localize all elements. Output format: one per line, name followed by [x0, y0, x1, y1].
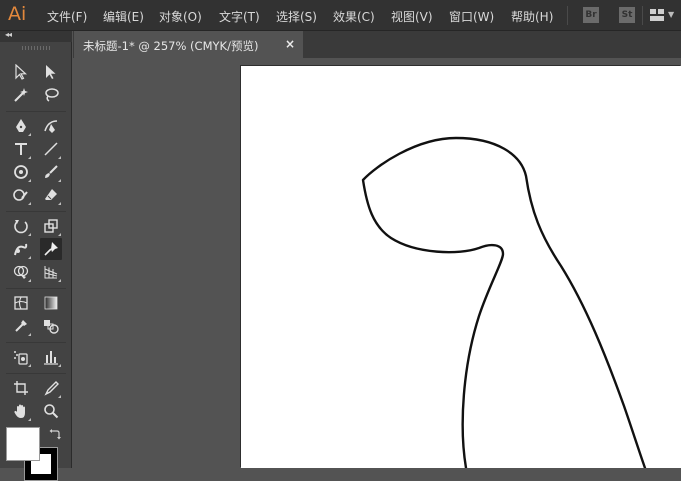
artboard-tool-icon[interactable]: [10, 377, 32, 399]
tools-divider: [6, 288, 66, 289]
tools-divider: [6, 211, 66, 212]
bridge-icon[interactable]: Br: [583, 7, 599, 23]
perspective-grid-tool-icon[interactable]: [40, 261, 62, 283]
document-tab[interactable]: 未标题-1* @ 257% (CMYK/预览) ×: [74, 31, 303, 58]
menu-view[interactable]: 视图(V): [391, 8, 433, 25]
magic-wand-tool-icon[interactable]: [10, 84, 32, 106]
close-icon[interactable]: ×: [285, 37, 295, 51]
shape-builder-tool-icon[interactable]: [10, 261, 32, 283]
paintbrush-tool-icon[interactable]: [40, 161, 62, 183]
menu-object[interactable]: 对象(O): [159, 8, 202, 25]
canvas-area[interactable]: [73, 58, 681, 468]
workspace-layout-icon[interactable]: [650, 9, 664, 21]
line-segment-tool-icon[interactable]: [40, 138, 62, 160]
slice-tool-icon[interactable]: [40, 377, 62, 399]
artboard[interactable]: [241, 66, 681, 468]
drawn-path-shape[interactable]: [241, 66, 681, 468]
menu-divider: [642, 6, 643, 25]
menu-file[interactable]: 文件(F): [47, 8, 87, 25]
tools-divider: [6, 373, 66, 374]
symbol-sprayer-tool-icon[interactable]: [10, 346, 32, 368]
lasso-tool-icon[interactable]: [40, 84, 62, 106]
mesh-tool-icon[interactable]: [10, 292, 32, 314]
swap-fill-stroke-icon[interactable]: [49, 428, 61, 440]
menu-bar: Ai 文件(F) 编辑(E) 对象(O) 文字(T) 选择(S) 效果(C) 视…: [0, 0, 681, 31]
pen-tool-icon[interactable]: [10, 115, 32, 137]
menu-divider: [567, 6, 568, 25]
eyedropper-tool-icon[interactable]: [10, 315, 32, 337]
menu-effect[interactable]: 效果(C): [333, 8, 375, 25]
menu-window[interactable]: 窗口(W): [449, 8, 494, 25]
blend-tool-icon[interactable]: [40, 315, 62, 337]
curvature-tool-icon[interactable]: [40, 115, 62, 137]
menu-select[interactable]: 选择(S): [276, 8, 317, 25]
chevron-down-icon[interactable]: ▼: [668, 10, 674, 19]
warp-tool-icon[interactable]: [10, 238, 32, 260]
fill-swatch[interactable]: [6, 427, 40, 461]
selection-tool-icon[interactable]: [10, 61, 32, 83]
puppet-warp-tool-icon[interactable]: [40, 238, 62, 260]
tools-divider: [6, 342, 66, 343]
stock-icon[interactable]: St: [619, 7, 635, 23]
document-tab-title: 未标题-1* @ 257% (CMYK/预览): [83, 39, 259, 53]
ellipse-tool-icon[interactable]: [10, 161, 32, 183]
tools-panel-header: ◂◂: [0, 30, 72, 42]
gradient-tool-icon[interactable]: [40, 292, 62, 314]
type-tool-icon[interactable]: [10, 138, 32, 160]
menu-type[interactable]: 文字(T): [219, 8, 260, 25]
document-tab-bar: 未标题-1* @ 257% (CMYK/预览) ×: [73, 31, 681, 58]
rotate-tool-icon[interactable]: [10, 215, 32, 237]
tools-panel: ◂◂: [0, 30, 72, 481]
hand-tool-icon[interactable]: [10, 400, 32, 422]
direct-selection-tool-icon[interactable]: [40, 61, 62, 83]
collapse-panel-icon[interactable]: ◂◂: [5, 30, 12, 39]
app-logo: Ai: [8, 3, 27, 25]
menu-edit[interactable]: 编辑(E): [103, 8, 144, 25]
zoom-tool-icon[interactable]: [40, 400, 62, 422]
shaper-tool-icon[interactable]: [10, 184, 32, 206]
menu-help[interactable]: 帮助(H): [511, 8, 553, 25]
scale-tool-icon[interactable]: [40, 215, 62, 237]
tools-divider: [6, 111, 66, 112]
column-graph-tool-icon[interactable]: [40, 346, 62, 368]
panel-grip[interactable]: [22, 46, 50, 50]
eraser-tool-icon[interactable]: [40, 184, 62, 206]
